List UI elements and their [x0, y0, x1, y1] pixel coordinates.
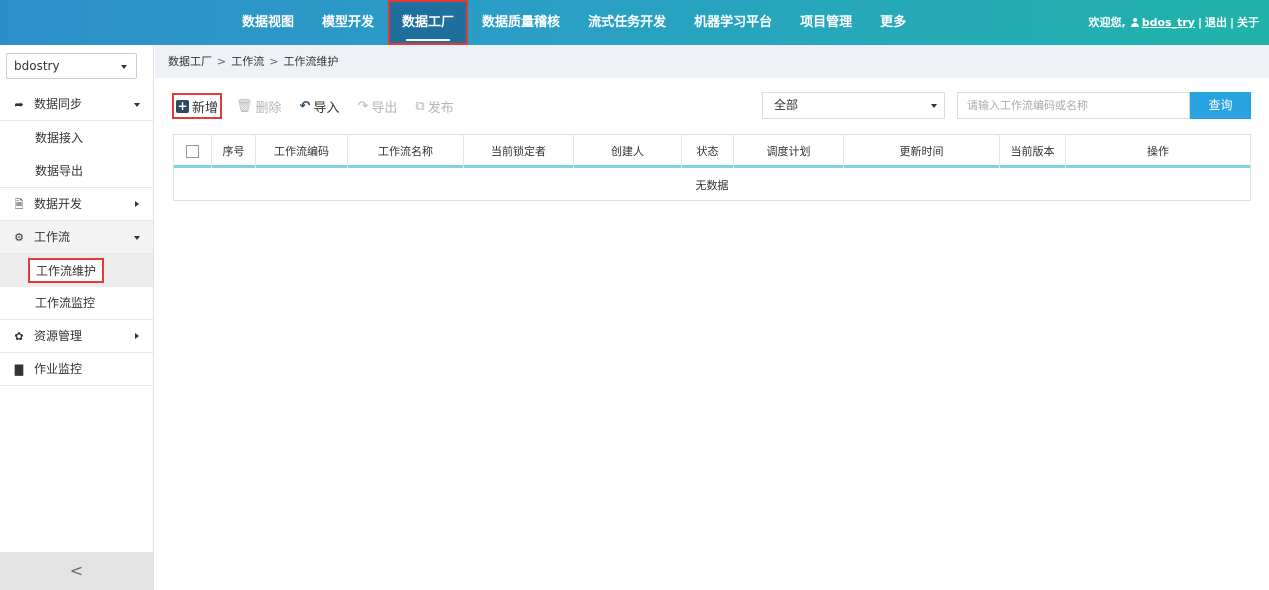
- search-input[interactable]: [957, 92, 1190, 119]
- gears-icon: ⚙: [14, 231, 24, 244]
- export-button-label: 导出: [371, 100, 398, 116]
- nav-data-factory[interactable]: 数据工厂: [388, 0, 469, 45]
- chevron-down-icon: [121, 65, 127, 69]
- logout-link[interactable]: 退出: [1205, 0, 1227, 45]
- select-all-cell: [174, 135, 212, 168]
- table-header: 序号 工作流编码 工作流名称 当前锁定者 创建人 状态 调度计划 更新时间 当前…: [174, 135, 1250, 168]
- breadcrumb-item-current: 工作流维护: [283, 55, 339, 68]
- column-header[interactable]: 工作流名称: [348, 135, 464, 168]
- column-header[interactable]: 更新时间: [844, 135, 1000, 168]
- nav-stream-dev[interactable]: 流式任务开发: [574, 0, 680, 45]
- project-select-value: bdostry: [14, 59, 60, 73]
- nav-data-quality[interactable]: 数据质量稽核: [468, 0, 574, 45]
- breadcrumb-item[interactable]: 数据工厂: [168, 55, 212, 68]
- collapse-sidebar-button[interactable]: <: [0, 552, 153, 590]
- nav-more[interactable]: 更多: [866, 0, 920, 45]
- column-header[interactable]: 序号: [212, 135, 256, 168]
- sidebar-item-label: 数据接入: [35, 131, 84, 145]
- chevron-right-icon: [135, 201, 139, 207]
- external-link-icon: ⧉: [415, 98, 425, 114]
- sidebar-item-data-export[interactable]: 数据导出: [0, 155, 153, 188]
- workflow-table: 序号 工作流编码 工作流名称 当前锁定者 创建人 状态 调度计划 更新时间 当前…: [173, 134, 1251, 201]
- sidebar-item-data-dev[interactable]: 🗎 数据开发: [0, 188, 153, 221]
- main-nav: 数据视图 模型开发 数据工厂 数据质量稽核 流式任务开发 机器学习平台 项目管理…: [228, 0, 920, 45]
- import-button-label: 导入: [313, 100, 340, 116]
- chevron-down-icon: [931, 104, 937, 108]
- sidebar-item-data-sync[interactable]: ➦ 数据同步: [0, 88, 153, 121]
- status-filter-select[interactable]: 全部: [762, 92, 945, 119]
- document-icon: 🗎: [14, 198, 24, 211]
- empty-table-message: 无数据: [695, 179, 729, 192]
- breadcrumb-separator: >: [217, 55, 227, 68]
- delete-button-label: 删除: [255, 100, 282, 116]
- toolbar: + 新增 🗑 删除 ↶ 导入 ↷ 导出 ⧉ 发布: [172, 93, 472, 119]
- sidebar-item-label: 数据导出: [35, 164, 84, 178]
- sidebar-item-workflow-maintain[interactable]: 工作流维护: [0, 254, 153, 287]
- breadcrumb-item[interactable]: 工作流: [231, 55, 264, 68]
- nav-project-mgmt[interactable]: 项目管理: [786, 0, 866, 45]
- nav-ml-platform[interactable]: 机器学习平台: [680, 0, 786, 45]
- import-button[interactable]: ↶ 导入: [300, 93, 340, 119]
- trash-icon: 🗑: [236, 98, 253, 114]
- clipboard-icon: ▇: [14, 363, 24, 376]
- add-button-label: 新增: [192, 100, 219, 116]
- username-link[interactable]: bdos_try: [1142, 0, 1195, 45]
- nav-model-dev[interactable]: 模型开发: [308, 0, 388, 45]
- about-link[interactable]: 关于: [1237, 0, 1259, 45]
- sidebar-item-resources[interactable]: ✿ 资源管理: [0, 320, 153, 353]
- sidebar-item-data-ingest[interactable]: 数据接入: [0, 122, 153, 155]
- chevron-down-icon: [134, 236, 140, 240]
- column-header[interactable]: 调度计划: [734, 135, 844, 168]
- sidebar-item-label: 数据开发: [34, 197, 83, 211]
- delete-button[interactable]: 🗑 删除: [236, 93, 282, 119]
- status-filter-value: 全部: [774, 98, 799, 112]
- breadcrumb: 数据工厂 > 工作流 > 工作流维护: [155, 45, 1269, 78]
- sidebar-item-label: 工作流监控: [35, 296, 96, 310]
- separator: |: [1229, 16, 1234, 29]
- search-button[interactable]: 查询: [1190, 92, 1251, 119]
- sidebar-item-label: 数据同步: [34, 97, 83, 111]
- publish-button-label: 发布: [427, 100, 454, 116]
- sidebar-item-workflow[interactable]: ⚙ 工作流: [0, 221, 153, 254]
- separator: |: [1197, 16, 1202, 29]
- sidebar: bdostry ➦ 数据同步 数据接入 数据导出 🗎 数据开发 ⚙ 工作流 工作…: [0, 45, 154, 590]
- column-header[interactable]: 工作流编码: [256, 135, 348, 168]
- sidebar-item-job-monitor[interactable]: ▇ 作业监控: [0, 353, 153, 386]
- plus-icon: +: [176, 98, 189, 113]
- column-header: 操作: [1147, 145, 1169, 158]
- export-button[interactable]: ↷ 导出: [357, 93, 397, 119]
- gear-icon: ✿: [14, 330, 24, 343]
- sidebar-item-label: 工作流维护: [28, 258, 105, 283]
- column-header[interactable]: 当前锁定者: [464, 135, 574, 168]
- share-arrow-icon: ↷: [357, 98, 369, 114]
- sidebar-item-label: 资源管理: [34, 329, 83, 343]
- select-all-checkbox[interactable]: [186, 144, 199, 158]
- sidebar-item-label: 工作流: [34, 230, 71, 244]
- project-select[interactable]: bdostry: [6, 53, 137, 79]
- add-button[interactable]: + 新增: [172, 93, 223, 119]
- publish-button[interactable]: ⧉ 发布: [415, 93, 453, 119]
- breadcrumb-separator: >: [269, 55, 279, 68]
- sidebar-item-label: 作业监控: [34, 362, 83, 376]
- reply-arrow-icon: ↶: [299, 98, 311, 114]
- sidebar-item-workflow-monitor[interactable]: 工作流监控: [0, 287, 153, 320]
- share-arrow-icon: ➦: [14, 98, 24, 111]
- column-header[interactable]: 状态: [682, 135, 734, 168]
- user-area: 欢迎您, bdos_try | 退出 | 关于: [1089, 0, 1259, 45]
- top-nav-bar: 数据视图 模型开发 数据工厂 数据质量稽核 流式任务开发 机器学习平台 项目管理…: [0, 0, 1269, 45]
- user-icon: [1130, 18, 1139, 27]
- chevron-down-icon: [134, 103, 140, 107]
- column-header[interactable]: 当前版本: [1000, 135, 1066, 168]
- chevron-left-icon: <: [69, 561, 84, 580]
- chevron-right-icon: [135, 333, 139, 339]
- welcome-text: 欢迎您,: [1088, 16, 1126, 29]
- column-header[interactable]: 创建人: [574, 135, 682, 168]
- nav-data-view[interactable]: 数据视图: [228, 0, 308, 45]
